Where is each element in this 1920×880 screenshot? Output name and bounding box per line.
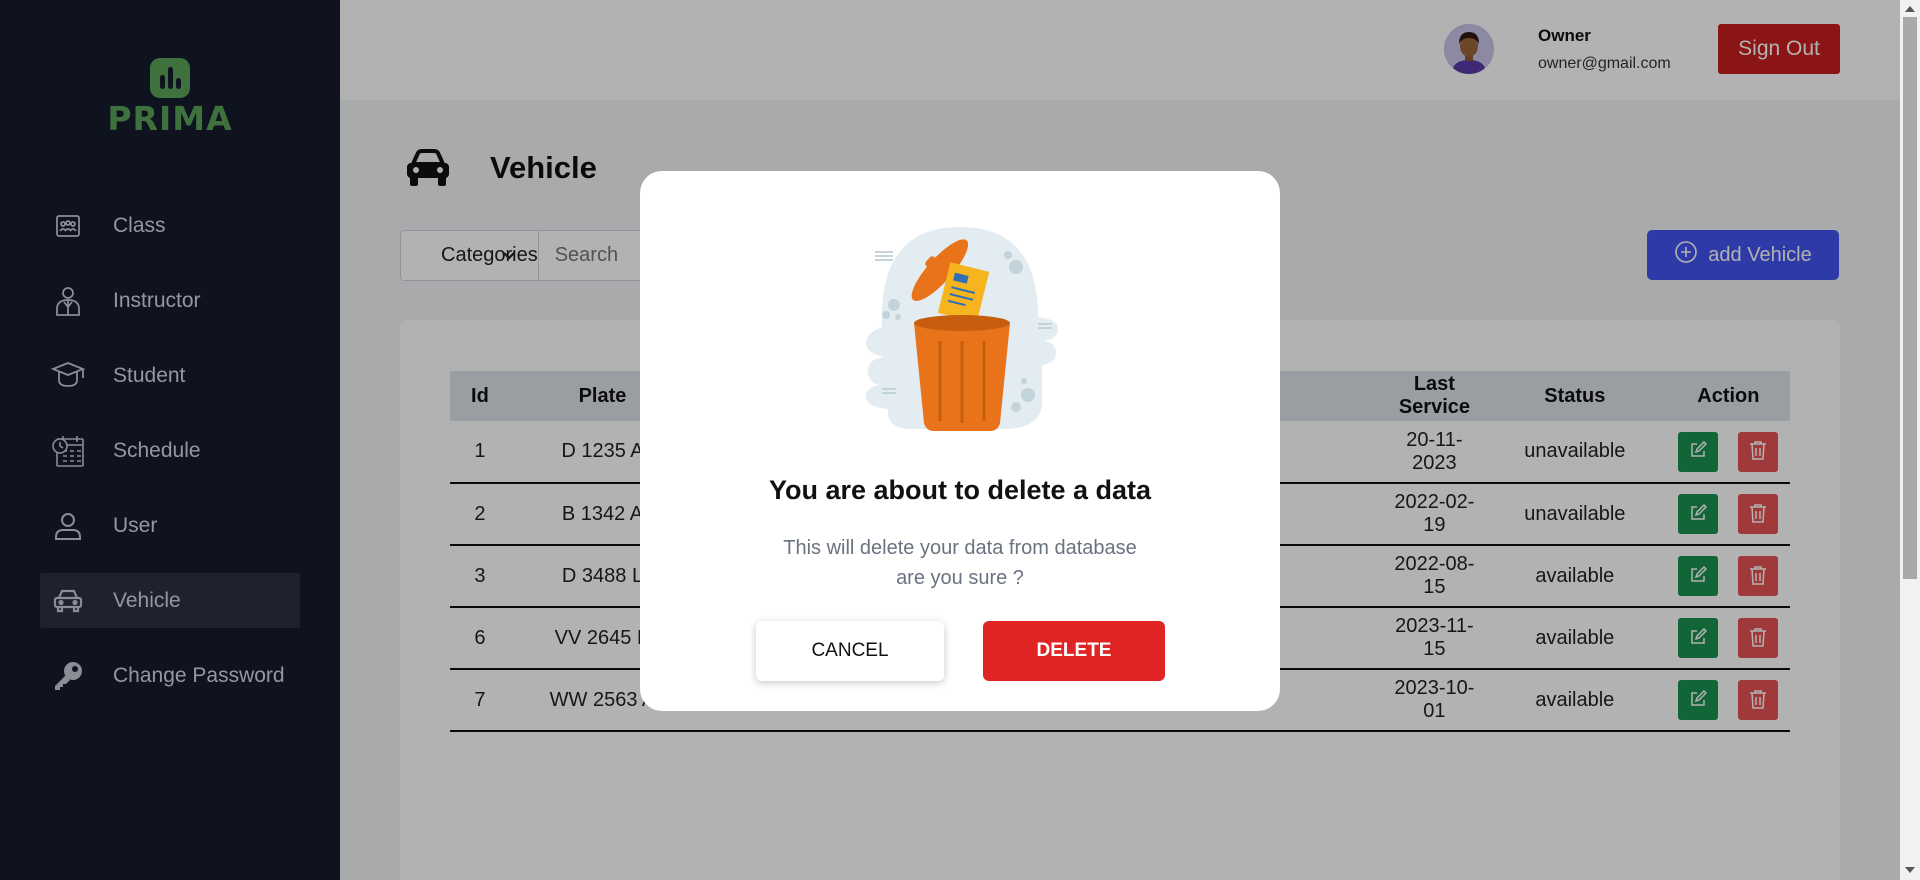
vertical-scrollbar[interactable] [1900, 0, 1920, 880]
scroll-up-arrow-icon[interactable] [1905, 6, 1915, 12]
dialog-title: You are about to delete a data [768, 475, 1152, 505]
cancel-button[interactable]: CANCEL [756, 621, 944, 681]
dialog-message: This will delete your data from database… [640, 533, 1280, 593]
delete-confirm-dialog: You are about to delete a data This will… [640, 171, 1280, 711]
scrollbar-thumb[interactable] [1903, 17, 1917, 579]
scroll-down-arrow-icon[interactable] [1905, 867, 1915, 873]
dialog-message-line-2: are you sure ? [896, 567, 1024, 589]
dialog-message-line-1: This will delete your data from database [783, 537, 1137, 559]
confirm-delete-button[interactable]: DELETE [983, 621, 1165, 681]
trash-bin-illustration [838, 219, 1082, 448]
